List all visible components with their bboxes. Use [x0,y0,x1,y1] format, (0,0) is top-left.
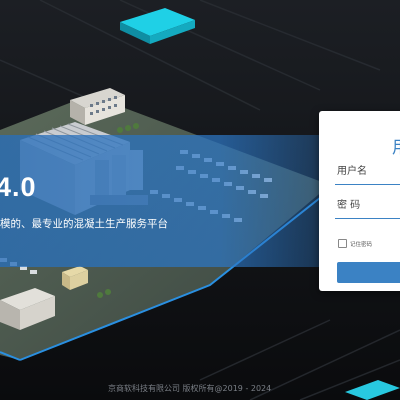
hero-tagline: 模的、最专业的混凝土生产服务平台 [0,218,168,230]
copyright-footer: 京商软科技有限公司 版权所有@2019 - 2024 [108,384,272,393]
username-field[interactable] [335,158,400,185]
username-input[interactable] [335,158,400,184]
remember-password[interactable]: 记住密码 [338,239,372,248]
login-title: 用 [392,133,400,158]
remember-checkbox[interactable] [338,239,347,248]
remember-label: 记住密码 [350,241,373,248]
password-input[interactable] [335,192,400,218]
password-field[interactable] [335,192,400,219]
login-button[interactable] [337,262,400,283]
version-number: 4.0 [0,172,37,202]
